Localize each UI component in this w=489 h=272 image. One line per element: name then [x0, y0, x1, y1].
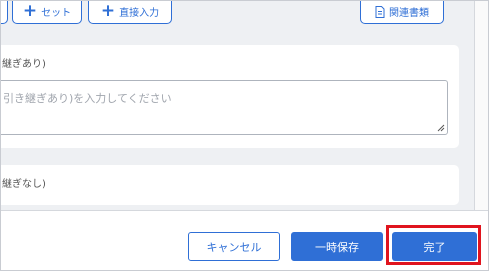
- add-set-label: セット: [41, 8, 72, 19]
- handover-with-section: 継ぎあり) 引き継ぎあり)を入力してください: [0, 45, 459, 148]
- direct-input-label: 直接入力: [119, 8, 160, 19]
- resize-grip-icon[interactable]: [437, 124, 445, 132]
- section-label: 継ぎなし): [2, 179, 46, 190]
- highlight-box: [386, 225, 481, 265]
- document-icon: [375, 5, 385, 18]
- plus-icon: +: [100, 1, 116, 21]
- handover-without-section: 継ぎなし): [0, 165, 459, 205]
- handover-with-textarea[interactable]: 引き継ぎあり)を入力してください: [0, 80, 448, 135]
- related-documents-label: 関連書類: [389, 8, 429, 19]
- toolbar-button-partial[interactable]: [0, 0, 8, 24]
- direct-input-button[interactable]: + 直接入力: [88, 0, 172, 24]
- cancel-button[interactable]: キャンセル: [188, 232, 280, 261]
- plus-icon: +: [22, 1, 38, 21]
- toolbar: + セット + 直接入力 関連書類: [0, 0, 475, 36]
- scrollbar[interactable]: [474, 0, 489, 210]
- textarea-placeholder: 引き継ぎあり)を入力してください: [3, 92, 172, 105]
- related-documents-button[interactable]: 関連書類: [360, 0, 444, 24]
- add-set-button[interactable]: + セット: [12, 0, 82, 24]
- save-draft-button[interactable]: 一時保存: [291, 232, 383, 261]
- section-label: 継ぎあり): [2, 59, 46, 70]
